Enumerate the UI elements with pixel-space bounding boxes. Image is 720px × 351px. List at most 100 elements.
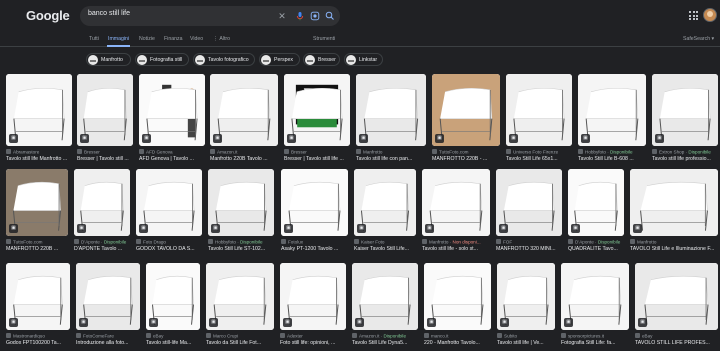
image-result[interactable]: ▣ Adexter Foto still life: opinioni, ... (280, 263, 346, 350)
result-source[interactable]: Abramastore (6, 149, 76, 155)
result-title[interactable]: Godox FPT100200 Ta... (6, 340, 74, 346)
image-result[interactable]: ▣ Bresser Bresser | Tavolo still life ... (284, 74, 350, 166)
result-source[interactable]: Adexter (280, 333, 350, 339)
result-source[interactable]: eBay (635, 333, 720, 339)
result-source[interactable]: Fotolux (281, 239, 352, 245)
result-source[interactable]: FotoComeFare (76, 333, 144, 339)
image-result[interactable]: ▣ Abramastore Tavolo still life Manfrotto … (6, 74, 72, 166)
result-source[interactable]: Kaiser Foto (354, 239, 420, 245)
tab-video[interactable]: Video (190, 36, 203, 42)
image-result[interactable]: ▣ AFD Genova AFD Genova | Tavolo ... (139, 74, 205, 166)
result-source[interactable]: Bresser (284, 149, 354, 155)
image-result[interactable]: ▣ Subito Tavolo still life | Ve... (497, 263, 555, 350)
result-title[interactable]: MANFROTTO 320 MINI... (496, 246, 566, 252)
result-source[interactable]: eBay (146, 333, 204, 339)
tab-finanza[interactable]: Finanza (164, 36, 182, 42)
image-result[interactable]: ▣ Bresser Bresser | Tavolo still ... (77, 74, 133, 166)
google-logo[interactable]: Google (26, 8, 70, 23)
result-title[interactable]: Tavolo Still Life 65x1... (506, 156, 576, 162)
result-source[interactable]: sponsorpictures.it (561, 333, 633, 339)
lens-search-icon[interactable] (309, 10, 321, 22)
safesearch-menu[interactable]: SafeSearch ▾ (683, 36, 714, 42)
result-title[interactable]: Manfrotto 220B Tavolo ... (210, 156, 282, 162)
result-title[interactable]: AFD Genova | Tavolo ... (139, 156, 209, 162)
chip-fotografia-still[interactable]: Fotografia still (135, 53, 189, 66)
result-source[interactable]: Manfrotto (356, 149, 430, 155)
tab-immagini[interactable]: Immagini (106, 36, 131, 47)
result-source[interactable]: Manfrotto (630, 239, 720, 245)
chip-linkstar[interactable]: Linkstar (344, 53, 383, 66)
result-source[interactable]: Foto Drago (136, 239, 206, 245)
image-result[interactable]: ▣ Fotolux Asaky PT-1200 Tavolo ... (281, 169, 348, 256)
result-source[interactable]: Marco Crupi (206, 333, 278, 339)
image-result[interactable]: ▣ Foto Drago GODOX TAVOLO DA S... (136, 169, 202, 256)
result-title[interactable]: GODOX TAVOLO DA S... (136, 246, 206, 252)
result-source[interactable]: D'Aponte · Disponibile (74, 239, 134, 245)
voice-search-icon[interactable] (294, 10, 306, 22)
image-result[interactable]: ▣ TuttoFoto.com MANFROTTO 220B - ... (432, 74, 500, 166)
image-result[interactable]: ▣ Manfrotto Tavolo still life con pan... (356, 74, 426, 166)
result-title[interactable]: Tavolo Still Life Dyna5... (352, 340, 422, 346)
search-box[interactable]: banco still life ✕ (80, 6, 340, 26)
image-result[interactable]: ▣ D'Aponte · Disponibile QUADRALITE Tavo..… (568, 169, 624, 256)
result-title[interactable]: Tavolo da Still Life Fot... (206, 340, 278, 346)
result-thumbnail[interactable] (630, 169, 718, 236)
image-result[interactable]: ▣ TuttoFoto.com MANFROTTO 220B ... (6, 169, 68, 256)
result-title[interactable]: Bresser | Tavolo still ... (77, 156, 137, 162)
image-result[interactable]: ▣ Marco Crupi Tavolo da Still Life Fot... (206, 263, 274, 350)
image-result[interactable]: ▣ Universo Foto Firenze Tavolo Still Life … (506, 74, 572, 166)
result-source[interactable]: Extron Shop · Disponibile (652, 149, 720, 155)
chip-tavolo-fotografico[interactable]: Tavolo fotografico (193, 53, 255, 66)
image-result[interactable]: ▣ eBay Tavolo still-life Ma... (146, 263, 200, 350)
result-title[interactable]: TAVOLO Still Life e Illuminazione F... (630, 246, 720, 252)
search-icon[interactable] (324, 10, 336, 22)
result-title[interactable]: TAVOLO STILL LIFE PROFES... (635, 340, 720, 346)
tab-altro[interactable]: ⋮ Altro (213, 36, 230, 42)
result-title[interactable]: D'APONTE Tavolo ... (74, 246, 134, 252)
tab-notizie[interactable]: Notizie (139, 36, 155, 42)
image-result[interactable]: ▣ Amazon.it · Disponibile Tavolo Still Lif… (352, 263, 418, 350)
result-source[interactable]: AFD Genova (139, 149, 209, 155)
image-result[interactable]: ▣ eBay TAVOLO STILL LIFE PROFES... (635, 263, 718, 350)
result-source[interactable]: D'Aponte · Disponibile (568, 239, 628, 245)
result-title[interactable]: Tavolo still-life Ma... (146, 340, 204, 346)
result-title[interactable]: Tavolo still life | Ve... (497, 340, 559, 346)
chip-perspex[interactable]: Perspex (259, 53, 300, 66)
result-source[interactable]: Amazon.it · Disponibile (352, 333, 422, 339)
result-title[interactable]: Introduzione alla foto... (76, 340, 144, 346)
result-source[interactable]: Universo Foto Firenze (506, 149, 576, 155)
tab-strumenti[interactable]: Strumenti (313, 36, 335, 42)
image-result[interactable]: ▣ Kaiser Foto Kaiser Tavolo Still Life... (354, 169, 416, 256)
result-source[interactable]: Bresser (77, 149, 137, 155)
result-source[interactable]: Manfrotto · Non disponi... (422, 239, 494, 245)
account-avatar[interactable] (703, 8, 717, 22)
chip-manfrotto[interactable]: Manfrotto (86, 53, 131, 66)
clear-icon[interactable]: ✕ (276, 10, 288, 22)
result-title[interactable]: Foto still life: opinioni, ... (280, 340, 350, 346)
image-result[interactable]: ▣ FotoComeFare Introduzione alla foto... (76, 263, 140, 350)
result-source[interactable]: Hobbyfoto · Disponibile (208, 239, 278, 245)
result-title[interactable]: Tavolo still life - solo st... (422, 246, 494, 252)
result-title[interactable]: Tavolo Still Life B-608 ... (578, 156, 650, 162)
result-thumbnail[interactable] (635, 263, 718, 330)
result-source[interactable]: Mastronardiquo (6, 333, 74, 339)
image-result[interactable]: ▣ sponsorpictures.it Fotografia Still Life… (561, 263, 629, 350)
image-result[interactable]: ▣ Extron Shop · Disponibile Tavolo still l… (652, 74, 718, 166)
result-title[interactable]: Fotografia Still Life: fa... (561, 340, 633, 346)
result-source[interactable]: FOF (496, 239, 566, 245)
image-result[interactable]: ▣ Hobbyfoto · Disponibile Tavolo Still Lif… (208, 169, 274, 256)
result-source[interactable]: TuttoFoto.com (432, 149, 504, 155)
result-title[interactable]: MANFROTTO 220B - ... (432, 156, 504, 162)
result-source[interactable]: manco.it (424, 333, 495, 339)
tab-tutti[interactable]: Tutti (89, 36, 99, 42)
result-title[interactable]: Asaky PT-1200 Tavolo ... (281, 246, 352, 252)
result-source[interactable]: Amazon.it (210, 149, 282, 155)
chip-bresser[interactable]: Bresser (303, 53, 340, 66)
image-result[interactable]: ▣ Hobbyfoto · Disponibile Tavolo Still Lif… (578, 74, 646, 166)
result-title[interactable]: Tavolo still life professio... (652, 156, 720, 162)
result-title[interactable]: Bresser | Tavolo still life ... (284, 156, 354, 162)
result-title[interactable]: Tavolo Still Life ST-102... (208, 246, 278, 252)
result-title[interactable]: Tavolo still life Manfrotto ... (6, 156, 76, 162)
result-title[interactable]: QUADRALITE Tavo... (568, 246, 628, 252)
result-source[interactable]: Hobbyfoto · Disponibile (578, 149, 650, 155)
